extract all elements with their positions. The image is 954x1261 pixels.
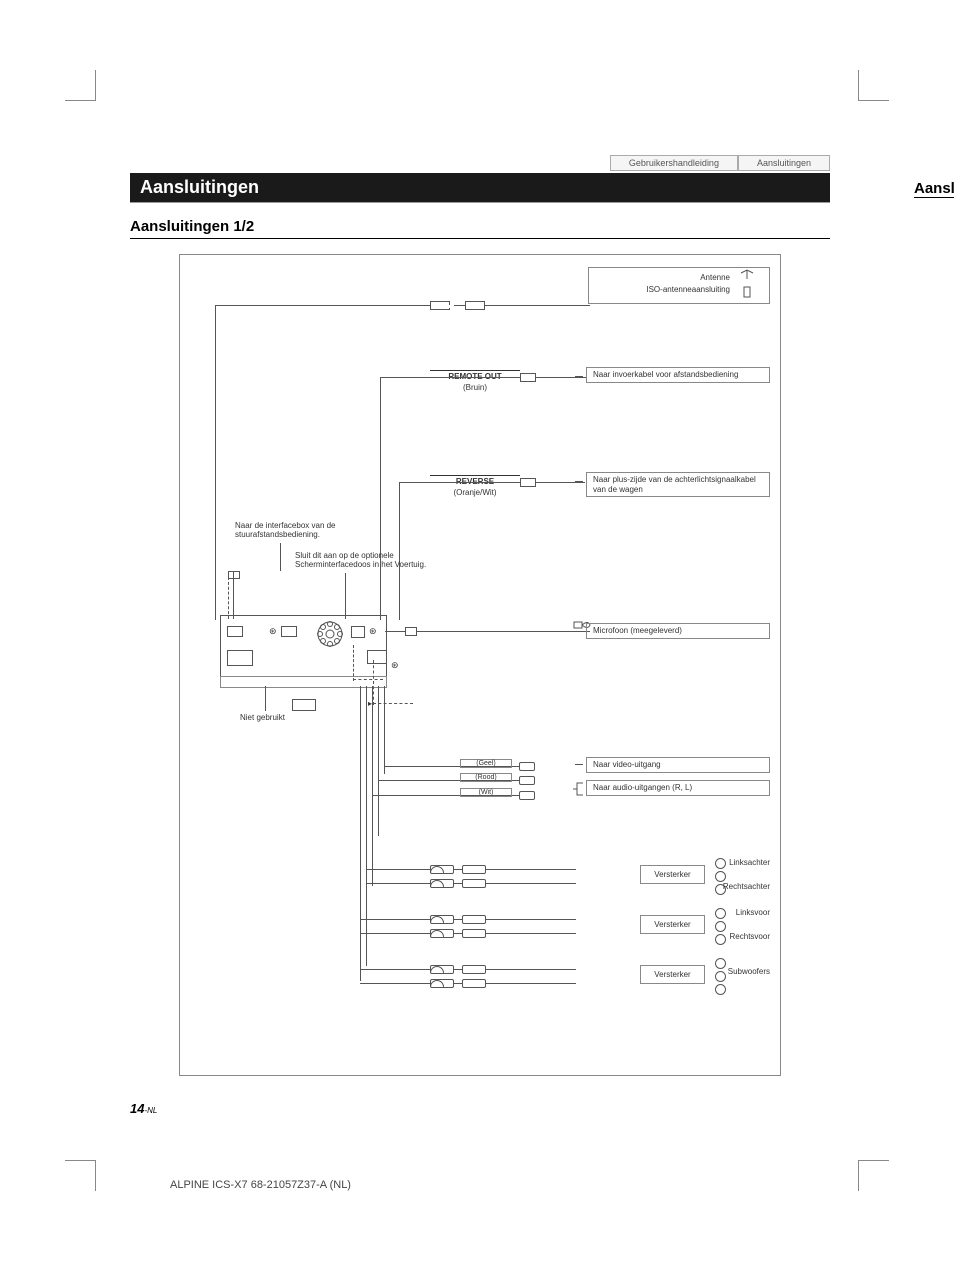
dash-down xyxy=(373,660,374,705)
antenna-wire xyxy=(215,305,590,306)
antenna-wire-v xyxy=(215,305,216,620)
bracket-icon xyxy=(573,781,585,797)
subwoofers: Subwoofers xyxy=(728,967,770,976)
steering-note-1: Naar de interfacebox van de stuurafstand… xyxy=(235,521,355,539)
reverse-desc: Naar plus-zijde van de achterlichtsignaa… xyxy=(593,475,756,494)
amp-rear: Versterker xyxy=(640,865,705,884)
remote-out-desc-box: Naar invoerkabel voor afstandsbediening xyxy=(586,367,770,383)
trunk-4 xyxy=(378,686,379,836)
rear-right: Rechtsachter xyxy=(723,882,770,891)
remote-out-wire xyxy=(380,377,586,378)
steering-note-2: Sluit dit aan op de optionele Scherminte… xyxy=(295,551,445,569)
footer-doc-id: ALPINE ICS-X7 68-21057Z37-A (NL) xyxy=(170,1179,351,1191)
tab-connections: Aansluitingen xyxy=(738,155,830,171)
head-unit: ⊛ ⊛ ⊛ xyxy=(220,615,387,677)
aux-block xyxy=(292,699,316,711)
reverse-desc-box: Naar plus-zijde van de achterlichtsignaa… xyxy=(586,472,770,497)
av-white: (Wit) xyxy=(460,788,512,797)
inline-connector xyxy=(430,301,450,310)
front-right: Rechtsvoor xyxy=(730,932,770,941)
av-red: (Rood) xyxy=(460,773,512,782)
remote-out-plug xyxy=(520,373,536,382)
video-out-label: Naar video-uitgang xyxy=(593,760,661,769)
page-title: Aansluitingen xyxy=(130,173,830,203)
reverse-plug xyxy=(520,478,536,487)
trunk-1 xyxy=(360,686,361,981)
amp-sub: Versterker xyxy=(640,965,705,984)
antenna-box xyxy=(588,267,770,304)
front-left: Linksvoor xyxy=(736,908,770,917)
steering-dash xyxy=(228,577,230,619)
unit-bottom xyxy=(220,676,387,688)
not-used-label: Niet gebruikt xyxy=(240,713,285,722)
inline-connector xyxy=(465,301,485,310)
manual-page: Gebruikershandleiding Aansluitingen Aans… xyxy=(130,155,830,1076)
remote-out-desc: Naar invoerkabel voor afstandsbediening xyxy=(593,370,738,379)
wiring-diagram: Antenne ISO-antenneaansluiting REMOTE OU… xyxy=(179,254,781,1076)
leader2 xyxy=(345,573,346,619)
page-subtitle: Aansluitingen 1/2 xyxy=(130,203,830,239)
leader1 xyxy=(280,543,281,571)
steering-v xyxy=(233,571,234,619)
crop-mark xyxy=(65,1160,96,1191)
av-yellow: (Geel) xyxy=(460,759,512,768)
crop-mark xyxy=(858,70,889,101)
remote-out-color: (Bruin) xyxy=(430,383,520,392)
remote-out-label: REMOTE OUT xyxy=(430,370,520,381)
next-page-title-cut: Aanslu xyxy=(914,180,954,198)
not-used-line xyxy=(265,686,266,711)
crop-mark xyxy=(858,1160,889,1191)
header-tabs: Gebruikershandleiding Aansluitingen xyxy=(130,155,830,171)
reverse-color: (Oranje/Wit) xyxy=(430,488,520,497)
microphone-label: Microfoon (meegeleverd) xyxy=(593,626,682,635)
tab-guide: Gebruikershandleiding xyxy=(610,155,738,171)
speaker-icon xyxy=(715,858,726,869)
rca-plug xyxy=(462,865,486,874)
trunk-3 xyxy=(372,686,373,886)
audio-out-label: Naar audio-uitgangen (R, L) xyxy=(593,783,692,792)
speaker-icon xyxy=(715,871,726,882)
reverse-wire xyxy=(399,482,585,483)
remote-out-wire-v xyxy=(380,377,381,620)
page-number: 14-NL xyxy=(130,1101,157,1116)
microphone-box: Microfoon (meegeleverd) xyxy=(586,623,770,639)
audio-out-box: Naar audio-uitgangen (R, L) xyxy=(586,780,770,796)
video-out-box: Naar video-uitgang xyxy=(586,757,770,773)
reverse-label: REVERSE xyxy=(430,475,520,486)
fan-icon xyxy=(316,620,344,648)
trunk-5 xyxy=(384,686,385,774)
crop-mark xyxy=(65,70,96,101)
trunk-2 xyxy=(366,686,367,966)
amp-front: Versterker xyxy=(640,915,705,934)
rear-left: Linksachter xyxy=(729,858,770,867)
